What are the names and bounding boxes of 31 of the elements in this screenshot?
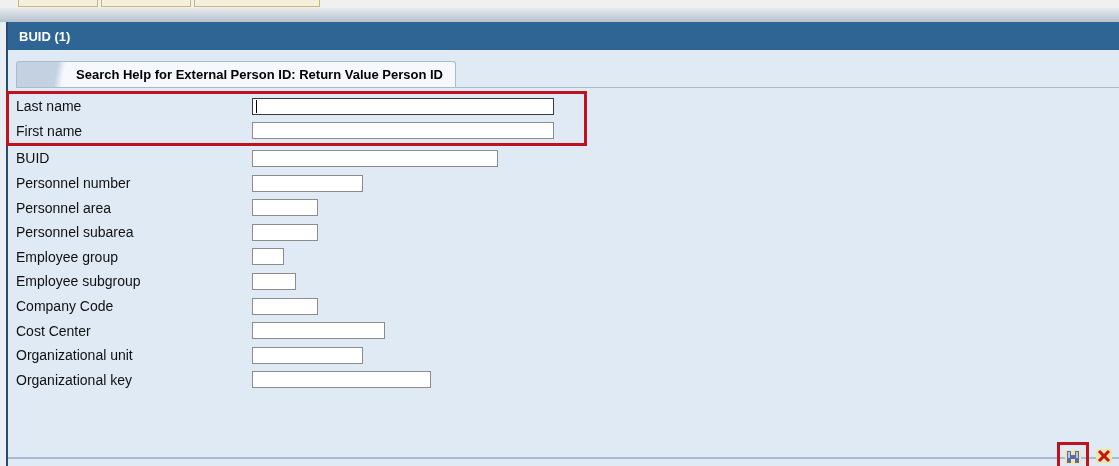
- field-label: Employee subgroup: [16, 273, 142, 290]
- field-label: Organizational unit: [16, 347, 134, 364]
- field-label: Personnel subarea: [16, 224, 135, 241]
- input-field[interactable]: [252, 297, 318, 315]
- field-label: Personnel number: [16, 175, 132, 192]
- input-field[interactable]: [252, 371, 431, 389]
- input-field[interactable]: [252, 223, 318, 241]
- tab[interactable]: Search Help for External Person ID: Return Value Person ID: [16, 61, 456, 87]
- window-title: BUID (1): [19, 28, 71, 44]
- field-label: Cost Center: [16, 322, 92, 339]
- binoculars-icon[interactable]: [1057, 442, 1089, 466]
- field-label: BUID: [16, 150, 51, 167]
- field-label: First name: [16, 122, 84, 139]
- input-field[interactable]: [252, 272, 296, 290]
- toolbar-button[interactable]: [101, 0, 191, 7]
- input-field[interactable]: [252, 150, 498, 167]
- close-icon[interactable]: [1093, 446, 1115, 466]
- toolbar-button[interactable]: [194, 0, 320, 7]
- field-label: Organizational key: [16, 371, 133, 388]
- field-label: Last name: [16, 98, 83, 115]
- field-label: Company Code: [16, 298, 115, 315]
- input-field[interactable]: [252, 97, 554, 115]
- input-field[interactable]: [252, 322, 385, 340]
- input-field[interactable]: [252, 122, 554, 140]
- field-label: Personnel area: [16, 199, 112, 216]
- input-field[interactable]: [252, 248, 284, 266]
- input-field[interactable]: [252, 199, 318, 217]
- input-field[interactable]: [252, 346, 363, 364]
- input-field[interactable]: [252, 174, 363, 192]
- field-label: Employee group: [16, 248, 119, 265]
- toolbar-button[interactable]: [18, 0, 98, 7]
